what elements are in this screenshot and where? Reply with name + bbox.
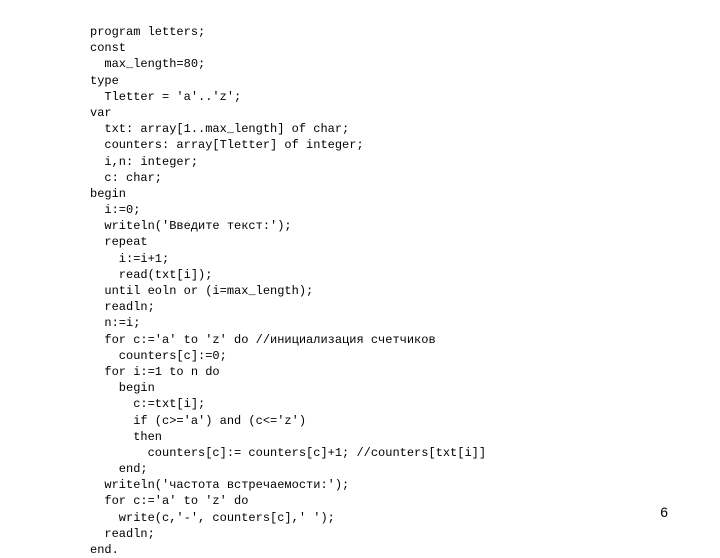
code-line: Tletter = 'a'..'z';	[90, 90, 241, 104]
code-line: until eoln or (i=max_length);	[90, 284, 313, 298]
code-line: program letters;	[90, 25, 205, 39]
code-line: i:=0;	[90, 203, 140, 217]
code-line: c:=txt[i];	[90, 397, 205, 411]
code-line: begin	[90, 381, 155, 395]
code-line: writeln('частота встречаемости:');	[90, 478, 349, 492]
code-line: i:=i+1;	[90, 252, 169, 266]
code-line: counters[c]:=0;	[90, 349, 227, 363]
code-line: max_length=80;	[90, 57, 205, 71]
pascal-code-block: program letters; const max_length=80; ty…	[90, 24, 680, 558]
code-line: const	[90, 41, 126, 55]
code-line: c: char;	[90, 171, 162, 185]
code-line: then	[90, 430, 162, 444]
code-line: type	[90, 74, 119, 88]
code-line: begin	[90, 187, 126, 201]
code-line: counters: array[Tletter] of integer;	[90, 138, 364, 152]
code-line: txt: array[1..max_length] of char;	[90, 122, 349, 136]
code-line: readln;	[90, 300, 155, 314]
code-line: repeat	[90, 235, 148, 249]
code-line: read(txt[i]);	[90, 268, 212, 282]
code-line: write(c,'-', counters[c],' ');	[90, 511, 335, 525]
code-line: for i:=1 to n do	[90, 365, 220, 379]
code-line: for c:='a' to 'z' do //инициализация сче…	[90, 333, 436, 347]
code-line: i,n: integer;	[90, 155, 198, 169]
code-line: n:=i;	[90, 316, 140, 330]
code-line: end.	[90, 543, 119, 557]
page-number: 6	[660, 503, 668, 522]
code-line: readln;	[90, 527, 155, 541]
code-line: var	[90, 106, 112, 120]
code-line: writeln('Введите текст:');	[90, 219, 292, 233]
code-line: if (c>='a') and (c<='z')	[90, 414, 306, 428]
code-line: for c:='a' to 'z' do	[90, 494, 248, 508]
code-line: end;	[90, 462, 148, 476]
code-line: counters[c]:= counters[c]+1; //counters[…	[90, 446, 486, 460]
